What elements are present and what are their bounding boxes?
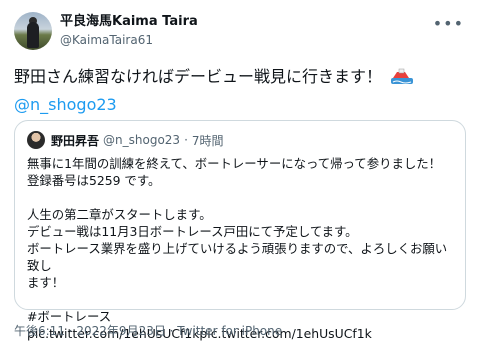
meta-separator: ·: [184, 133, 188, 147]
quoted-tweet-body: 無事に1年間の訓練を終えて、ボートレーサーになって帰って参りました！ 登録番号は…: [27, 155, 457, 342]
quoted-tweet-header: 野田昇吾 @n_shogo23 · 7時間: [27, 131, 224, 149]
quoted-tweet[interactable]: 野田昇吾 @n_shogo23 · 7時間 無事に1年間の訓練を終えて、ボートレ…: [14, 120, 466, 341]
tweet-text: 野田さん練習なければデービュー戦見に行きます！ @n_shogo23: [14, 66, 466, 116]
tweet-body: 野田さん練習なければデービュー戦見に行きます！: [14, 67, 383, 86]
more-options-icon[interactable]: •••: [433, 14, 464, 33]
author-display-name[interactable]: 平良海馬Kaima Taira: [60, 14, 198, 30]
quoted-display-name[interactable]: 野田昇吾: [51, 132, 99, 149]
author-handle[interactable]: @KaimaTaira61: [60, 32, 198, 48]
quoted-avatar[interactable]: [27, 131, 45, 149]
tweet-source[interactable]: Twitter for iPhone: [177, 324, 282, 338]
quoted-line: ボートレース業界を盛り上げていけるよう頑張りますので、よろしくお願い致し: [27, 241, 448, 273]
quoted-line: 登録番号は5259 です。: [27, 173, 161, 188]
speedboat-icon: [391, 68, 414, 90]
mention-link[interactable]: @n_shogo23: [14, 94, 466, 116]
quoted-line: デビュー戦は11月3日ボートレース戸田にて予定してます。: [27, 224, 358, 239]
tweet-footer: 午後6:11 · 2022年9月23日 · Twitter for iPhone: [14, 322, 282, 339]
tweet-timestamp[interactable]: 午後6:11 · 2022年9月23日 ·: [14, 324, 177, 338]
author-block[interactable]: 平良海馬Kaima Taira @KaimaTaira61: [60, 14, 198, 48]
quoted-line: 無事に1年間の訓練を終えて、ボートレーサーになって帰って参りました！: [27, 156, 442, 171]
avatar[interactable]: [14, 12, 52, 50]
quoted-line: ます！: [27, 275, 65, 290]
avatar-figure: [27, 22, 39, 48]
quoted-time[interactable]: 7時間: [192, 132, 224, 149]
quoted-handle[interactable]: @n_shogo23: [103, 133, 180, 147]
quoted-line: 人生の第二章がスタートします。: [27, 207, 212, 222]
